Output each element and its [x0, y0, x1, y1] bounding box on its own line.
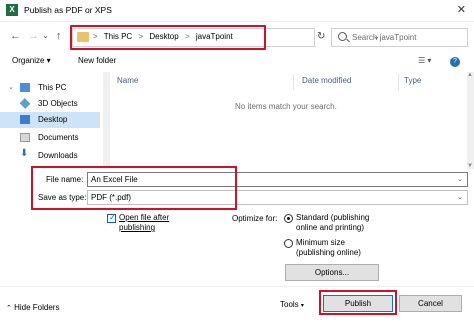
help-icon[interactable]: ? — [450, 57, 460, 67]
hide-folders-button[interactable]: ⌃ Hide Folders — [6, 303, 59, 312]
sidebar-item-3d-objects[interactable]: 3D Objects — [0, 96, 100, 112]
tools-menu[interactable]: Tools ▾ — [280, 300, 304, 309]
title-bar: X Publish as PDF or XPS ✕ — [0, 0, 474, 22]
publish-highlight-box — [319, 290, 397, 315]
open-after-label[interactable]: Open file after publishing — [119, 213, 189, 233]
search-placeholder[interactable]: Search javaTpoint — [352, 33, 416, 42]
optimize-for-label: Optimize for: — [232, 214, 278, 223]
documents-icon — [20, 133, 30, 142]
refresh-icon[interactable]: ↻ — [317, 31, 325, 42]
sidebar-item-this-pc[interactable]: ⌄ This PC — [0, 80, 100, 96]
pc-icon — [20, 83, 30, 92]
column-divider[interactable] — [398, 74, 399, 90]
open-after-checkbox[interactable]: ✓ — [107, 213, 116, 223]
search-box[interactable]: Search javaTpoint — [331, 28, 468, 47]
column-header-type[interactable]: Type — [404, 76, 421, 85]
column-divider[interactable] — [293, 74, 294, 90]
column-header-date-modified[interactable]: Date modified — [302, 76, 351, 85]
address-highlight-box — [70, 25, 266, 50]
sidebar-scrollbar[interactable] — [103, 72, 110, 169]
window-title: Publish as PDF or XPS — [24, 5, 112, 15]
search-icon — [338, 32, 347, 41]
back-arrow-icon[interactable]: ← — [10, 30, 21, 42]
options-button[interactable]: Options... — [285, 264, 379, 281]
forward-arrow-icon[interactable]: → — [28, 30, 39, 42]
downloads-icon: ⬇ — [20, 148, 29, 159]
scroll-down-icon[interactable]: ▼ — [467, 163, 473, 169]
cube-icon — [19, 98, 31, 109]
sidebar-item-label: This PC — [38, 83, 67, 92]
expand-arrow-icon[interactable]: ⌄ — [8, 83, 14, 91]
footer-divider — [0, 286, 474, 287]
column-header-name[interactable]: Name — [117, 76, 138, 85]
sidebar-item-documents[interactable]: Documents — [0, 130, 100, 146]
excel-icon: X — [6, 4, 18, 16]
new-folder-button[interactable]: New folder — [78, 56, 116, 65]
up-arrow-icon[interactable]: ↑ — [56, 30, 62, 42]
sidebar-item-label: Downloads — [38, 151, 78, 160]
sidebar-item-label: Desktop — [38, 115, 68, 124]
desktop-icon — [20, 115, 30, 124]
sidebar-item-label: Documents — [38, 133, 79, 142]
scroll-up-icon[interactable]: ▲ — [467, 72, 473, 78]
standard-radio[interactable] — [284, 214, 293, 223]
organize-button[interactable]: Organize ▾ — [12, 56, 51, 65]
file-list-scrollbar[interactable]: ▲ ▼ — [467, 72, 474, 169]
cancel-button[interactable]: Cancel — [399, 295, 462, 312]
view-options-icon[interactable]: ☰ ▾ — [418, 56, 431, 65]
navigation-bar: ← → ⌄ ↑ > This PC > Desktop > javaTpoint… — [0, 22, 474, 52]
sidebar-item-downloads[interactable]: ⬇ Downloads — [0, 148, 100, 164]
command-bar: Organize ▾ New folder ☰ ▾ ? — [0, 52, 474, 72]
file-list: Name Date modified Type No items match y… — [110, 72, 467, 169]
form-highlight-box — [31, 166, 237, 210]
sidebar-item-label: 3D Objects — [38, 99, 78, 108]
minimum-size-option-label[interactable]: Minimum size (publishing online) — [296, 238, 376, 258]
checkmark-icon: ✓ — [109, 213, 116, 222]
save-as-type-dropdown-icon[interactable]: ⌄ — [457, 193, 463, 201]
recent-locations-icon[interactable]: ⌄ — [42, 31, 49, 40]
minimum-size-radio[interactable] — [284, 239, 293, 248]
file-name-dropdown-icon[interactable]: ⌄ — [457, 175, 463, 183]
navigation-pane: ⌄ This PC 3D Objects Desktop Documents ⬇… — [0, 72, 103, 169]
close-icon[interactable]: ✕ — [457, 3, 466, 16]
standard-option-label[interactable]: Standard (publishing online and printing… — [296, 213, 386, 233]
sidebar-item-desktop[interactable]: Desktop — [0, 112, 100, 128]
empty-folder-message: No items match your search. — [235, 102, 337, 111]
chevron-up-icon: ⌃ — [6, 305, 12, 312]
tools-dropdown-icon: ▾ — [300, 303, 304, 309]
